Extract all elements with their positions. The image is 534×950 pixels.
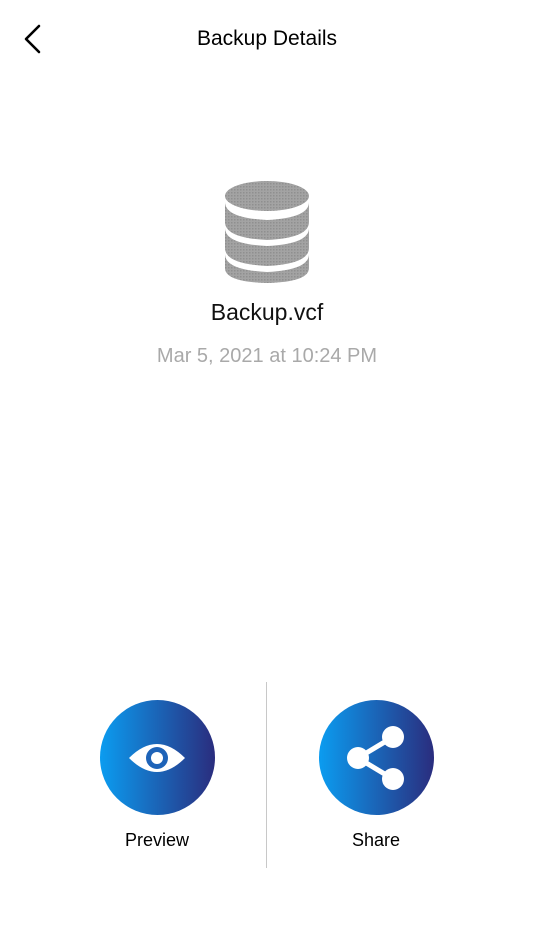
file-name: Backup.vcf <box>210 299 324 325</box>
preview-button[interactable]: Preview <box>77 700 237 851</box>
preview-label: Preview <box>124 830 190 850</box>
page-title: Backup Details <box>196 27 338 50</box>
share-button[interactable]: Share <box>296 700 456 851</box>
preview-circle[interactable] <box>99 700 215 815</box>
eye-icon <box>129 743 185 772</box>
file-date: Mar 5, 2021 at 10:24 PM <box>156 345 378 367</box>
nav-bar: Backup Details <box>0 0 534 78</box>
database-icon <box>222 180 312 284</box>
action-divider <box>266 682 267 868</box>
share-circle[interactable] <box>318 700 434 815</box>
backup-details-screen: Backup Details Backup.vcf Mar 5, 2021 at… <box>0 0 534 950</box>
share-icon <box>347 725 404 790</box>
share-label: Share <box>351 830 401 850</box>
